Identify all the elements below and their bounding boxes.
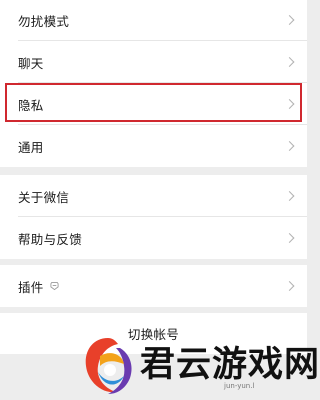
plugin-icon: [50, 281, 59, 291]
watermark-url-text: jun-yun.l: [224, 382, 255, 390]
settings-item-label: 隐私: [18, 97, 44, 113]
chevron-right-icon: [284, 191, 295, 201]
chevron-right-icon: [284, 141, 295, 151]
settings-item-chat[interactable]: 聊天: [0, 41, 307, 83]
settings-item-do-not-disturb[interactable]: 勿扰模式: [0, 0, 307, 41]
chevron-right-icon: [284, 15, 295, 25]
settings-item-help-feedback[interactable]: 帮助与反馈: [0, 217, 307, 259]
switch-account-label: 切换帐号: [127, 327, 180, 342]
settings-group-general: 勿扰模式 聊天 隐私 通用: [0, 0, 307, 167]
settings-group-plugins: 插件: [0, 265, 307, 307]
settings-item-label: 聊天: [18, 55, 44, 71]
settings-group-about: 关于微信 帮助与反馈: [0, 175, 307, 259]
chevron-right-icon: [284, 281, 295, 291]
settings-item-label: 勿扰模式: [18, 13, 70, 29]
settings-item-label: 通用: [18, 139, 44, 155]
settings-item-privacy[interactable]: 隐私: [0, 83, 307, 125]
settings-item-plugins[interactable]: 插件: [0, 265, 307, 307]
settings-item-about-wechat[interactable]: 关于微信: [0, 175, 307, 217]
settings-item-label: 关于微信: [18, 189, 70, 205]
chevron-right-icon: [284, 57, 295, 67]
chevron-right-icon: [284, 233, 295, 243]
settings-item-label: 帮助与反馈: [18, 231, 83, 247]
settings-item-general[interactable]: 通用: [0, 125, 307, 167]
settings-item-label: 插件: [18, 279, 44, 295]
switch-account-button[interactable]: 切换帐号: [0, 313, 307, 354]
chevron-right-icon: [284, 99, 295, 109]
